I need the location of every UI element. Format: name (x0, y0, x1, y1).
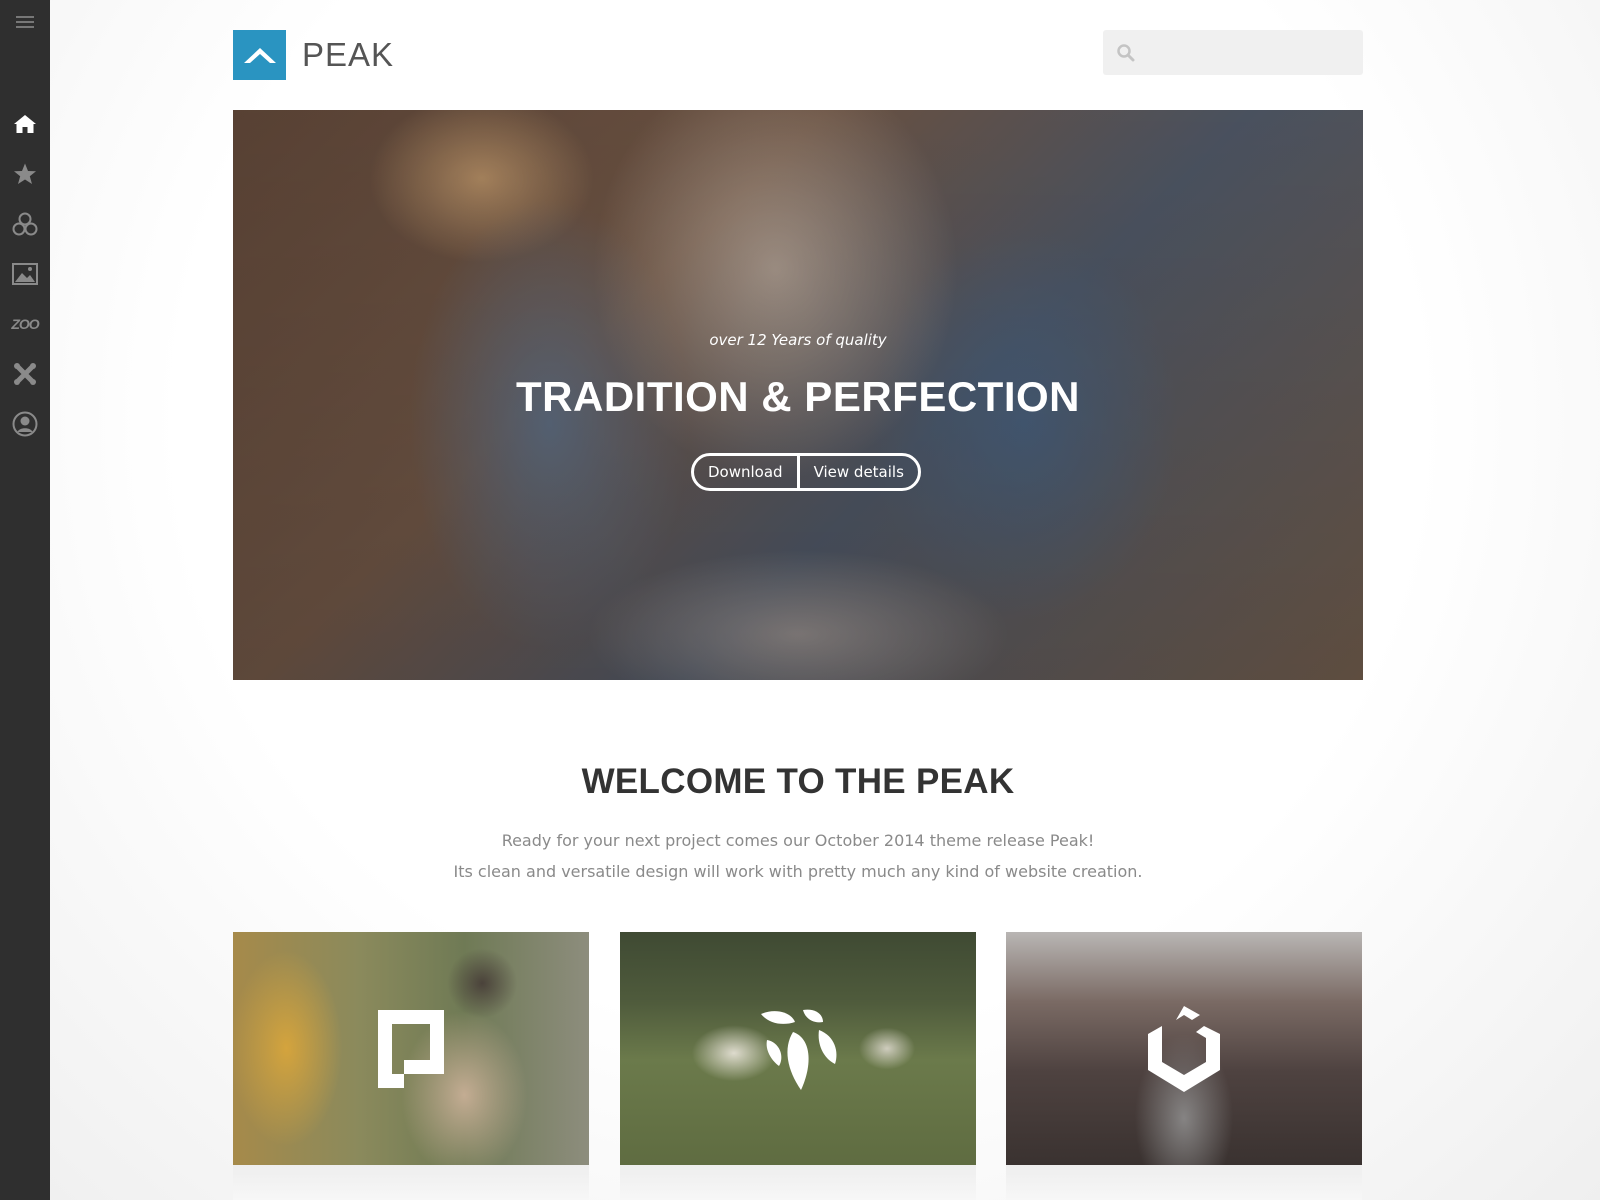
card-footer (620, 1165, 976, 1200)
card-footer (233, 1165, 589, 1200)
mountain-icon (243, 48, 276, 63)
feature-card-pagekit[interactable] (233, 932, 589, 1200)
sidebar-item-gallery[interactable] (0, 254, 50, 294)
search-icon (1117, 44, 1135, 62)
welcome-title: WELCOME TO THE PEAK (581, 762, 1015, 801)
sidebar-item-circles[interactable] (0, 204, 50, 244)
hero-subtitle: over 12 Years of quality (709, 331, 887, 349)
feature-card-leaf[interactable] (620, 932, 976, 1200)
card-image (233, 932, 589, 1165)
search-input[interactable] (1143, 30, 1353, 75)
zoo-icon: ZOO (11, 316, 39, 332)
download-button[interactable]: Download (694, 456, 797, 488)
sidebar-item-joomla[interactable] (0, 354, 50, 394)
pagekit-logo-icon (378, 1009, 444, 1088)
user-icon (12, 411, 38, 437)
card-image (1006, 932, 1362, 1165)
site-logo[interactable]: PEAK (233, 30, 394, 80)
sidebar-item-home[interactable] (0, 104, 50, 144)
leaf-logo-icon (761, 1009, 837, 1090)
sidebar-item-zoo[interactable]: ZOO (0, 304, 50, 344)
menu-icon (16, 16, 34, 28)
star-icon (14, 163, 36, 184)
hero-banner: over 12 Years of quality TRADITION & PER… (233, 110, 1363, 680)
sidebar: ZOO (0, 0, 50, 1200)
sidebar-item-user[interactable] (0, 404, 50, 444)
hero-title: TRADITION & PERFECTION (516, 373, 1080, 420)
logo-text: PEAK (302, 36, 395, 73)
circles-icon (12, 212, 38, 236)
logo-mark (233, 30, 286, 80)
hero-button-group: Download View details (691, 453, 921, 491)
card-footer (1006, 1165, 1362, 1200)
card-image (620, 932, 976, 1165)
feature-card-uikit[interactable] (1006, 932, 1362, 1200)
sidebar-item-favorites[interactable] (0, 154, 50, 194)
joomla-icon (14, 363, 36, 385)
home-icon (14, 115, 36, 133)
image-icon (12, 263, 38, 285)
search-box[interactable] (1103, 30, 1363, 75)
welcome-line-1: Ready for your next project comes our Oc… (501, 831, 1095, 850)
welcome-line-2: Its clean and versatile design will work… (453, 862, 1143, 881)
uikit-logo-icon (1148, 1005, 1220, 1092)
view-details-button[interactable]: View details (796, 456, 918, 488)
welcome-text: Ready for your next project comes our Oc… (233, 825, 1363, 887)
menu-button[interactable] (0, 2, 50, 42)
